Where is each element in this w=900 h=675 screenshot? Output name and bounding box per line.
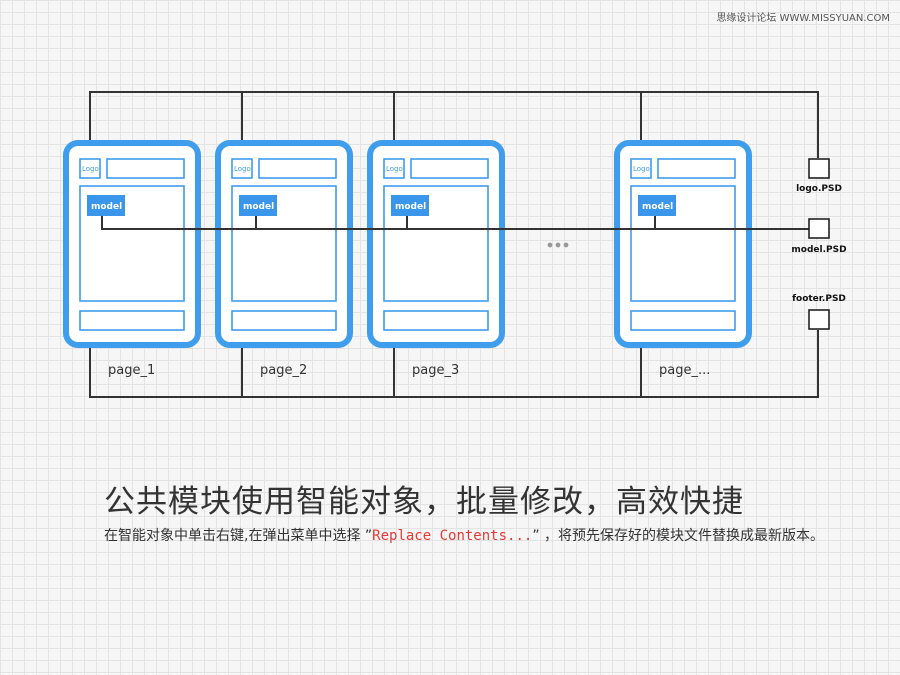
description-after: ” ，将预先保存好的模块文件替换成最新版本。: [532, 528, 825, 544]
model-slot-label: model: [91, 202, 122, 212]
model-psd-label: model.PSD: [791, 245, 846, 255]
page-label-1: page_1: [108, 363, 155, 378]
model-psd-box: [808, 218, 830, 239]
replace-contents-highlight: Replace Contents...: [372, 528, 533, 544]
ellipsis-dots-icon: [547, 242, 569, 248]
logo-slot-label: Logo: [82, 165, 99, 173]
footer-psd-label: footer.PSD: [792, 294, 846, 304]
logo-psd-label: logo.PSD: [796, 184, 842, 194]
header-bar: [657, 158, 736, 179]
model-slot-label: model: [642, 202, 673, 212]
page-label-3: page_3: [412, 363, 459, 378]
logo-slot-label: Logo: [633, 165, 650, 173]
description: 在智能对象中单击右键,在弹出菜单中选择 ”Replace Contents...…: [104, 522, 824, 550]
footer-bar: [79, 310, 185, 331]
page-card-1: Logo model: [63, 140, 201, 348]
model-slot-label: model: [243, 202, 274, 212]
header-bar: [258, 158, 337, 179]
model-slot-label: model: [395, 202, 426, 212]
footer-bar: [231, 310, 337, 331]
description-before: 在智能对象中单击右键,在弹出菜单中选择 ”: [104, 528, 373, 544]
footer-bar: [630, 310, 736, 331]
footer-psd-box: [808, 309, 830, 330]
page-label-2: page_2: [260, 363, 307, 378]
headline: 公共模块使用智能对象，批量修改，高效快捷: [104, 484, 744, 520]
logo-slot-label: Logo: [386, 165, 403, 173]
page-label-4: page_...: [659, 363, 710, 378]
header-bar: [410, 158, 489, 179]
footer-bar: [383, 310, 489, 331]
page-card-2: Logo model: [215, 140, 353, 348]
smart-object-diagram: Logo model Logo model Logo model Logo mo…: [63, 91, 847, 398]
header-bar: [106, 158, 185, 179]
logo-psd-box: [808, 158, 830, 179]
logo-slot-label: Logo: [234, 165, 251, 173]
page-card-4: Logo model: [614, 140, 752, 348]
page-card-3: Logo model: [367, 140, 505, 348]
